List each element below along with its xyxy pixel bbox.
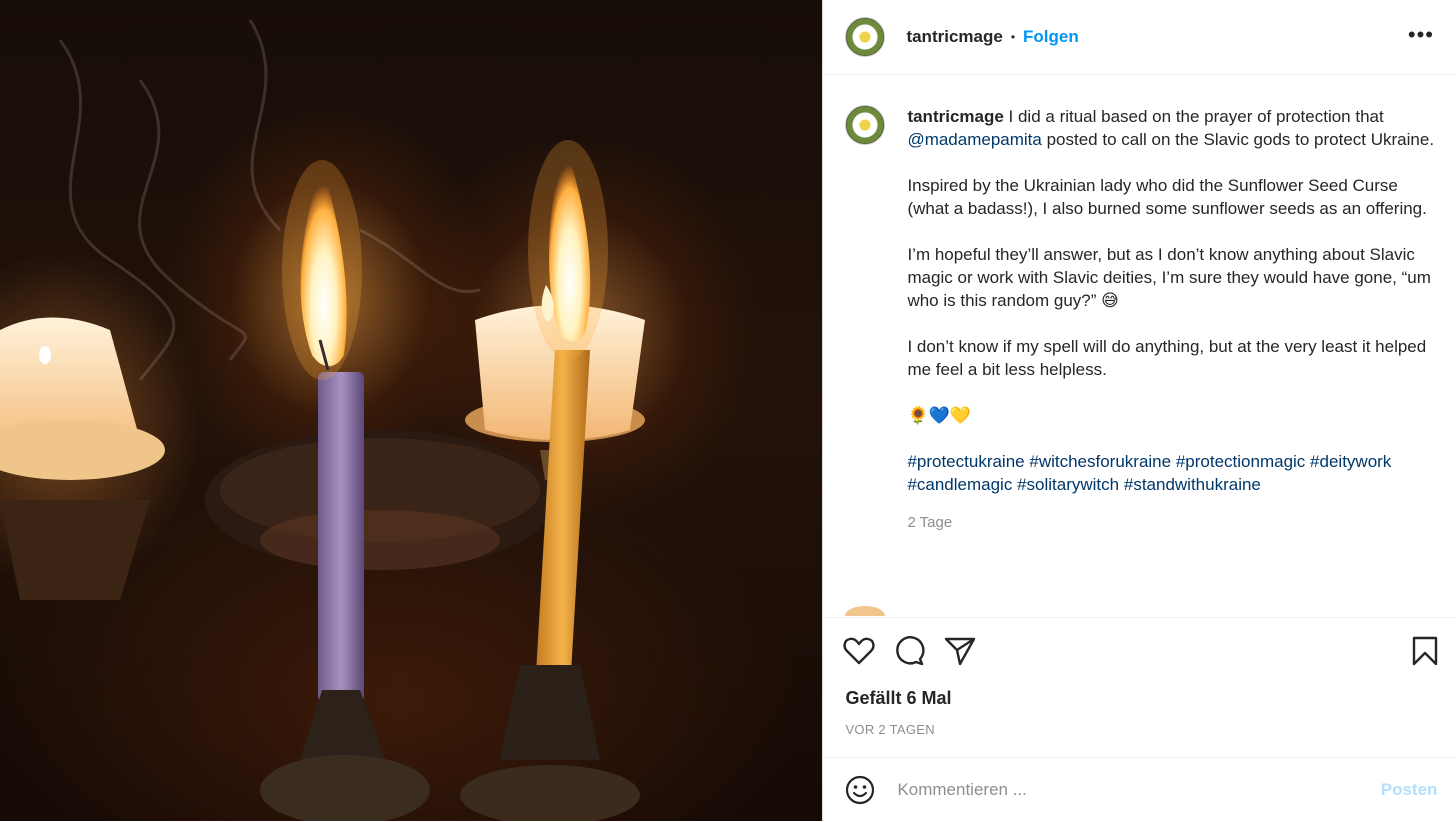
follow-button[interactable]: Folgen xyxy=(1023,27,1079,47)
caption-paragraph-3: I’m hopeful they’ll answer, but as I don… xyxy=(907,245,1431,310)
candles-illustration xyxy=(0,19,645,821)
hashtag-link[interactable]: #deitywork xyxy=(1310,452,1391,471)
action-bar: Gefällt 6 Mal VOR 2 TAGEN xyxy=(823,617,1456,758)
comment-input[interactable] xyxy=(895,779,1370,801)
more-dots-icon[interactable]: ••• xyxy=(1408,24,1434,46)
caption-emojis: 🌻💙💛 xyxy=(907,406,971,425)
paper-plane-icon[interactable] xyxy=(944,635,976,667)
post-header: tantricmage • Folgen ••• xyxy=(823,0,1456,75)
comment-bar: Posten xyxy=(823,757,1456,822)
post-photo[interactable] xyxy=(0,0,823,821)
post-panel: tantricmage • Folgen ••• tantricmage I d… xyxy=(822,0,1456,821)
caption-avatar[interactable] xyxy=(845,105,886,145)
heart-icon[interactable] xyxy=(843,635,876,667)
caption-text: tantricmage I did a ritual based on the … xyxy=(907,105,1442,534)
caption-area: tantricmage I did a ritual based on the … xyxy=(823,76,1455,616)
hashtag-link[interactable]: #standwithukraine xyxy=(1124,475,1261,494)
avatar[interactable] xyxy=(845,17,886,57)
caption-text-1a: I did a ritual based on the prayer of pr… xyxy=(1003,107,1384,126)
hashtag-link[interactable]: #protectukraine xyxy=(907,452,1024,471)
mention-link[interactable]: @madamepamita xyxy=(907,130,1041,149)
caption-paragraph-2: Inspired by the Ukrainian lady who did t… xyxy=(907,176,1427,218)
comment-avatar-peek xyxy=(845,606,886,616)
caption-text-1b: posted to call on the Slavic gods to pro… xyxy=(1041,130,1435,149)
header-username[interactable]: tantricmage xyxy=(906,27,1002,47)
hashtag-link[interactable]: #witchesforukraine xyxy=(1029,452,1171,471)
hashtag-list: #protectukraine #witchesforukraine #prot… xyxy=(907,450,1442,496)
caption-paragraph-4: I don’t know if my spell will do anythin… xyxy=(907,337,1427,379)
hashtag-link[interactable]: #candlemagic xyxy=(907,475,1012,494)
smiley-icon[interactable] xyxy=(845,775,875,805)
post-age: VOR 2 TAGEN xyxy=(845,722,935,737)
caption-timestamp[interactable]: 2 Tage xyxy=(907,511,1442,534)
caption-paragraph-1: tantricmage I did a ritual based on the … xyxy=(907,105,1442,151)
bookmark-icon[interactable] xyxy=(1409,635,1441,667)
separator-dot: • xyxy=(1010,30,1016,44)
hashtag-link[interactable]: #protectionmagic xyxy=(1176,452,1305,471)
likes-count[interactable]: Gefällt 6 Mal xyxy=(845,688,951,709)
hashtag-link[interactable]: #solitarywitch xyxy=(1017,475,1119,494)
post-comment-button[interactable]: Posten xyxy=(1381,780,1438,800)
comment-bubble-icon[interactable] xyxy=(893,635,925,667)
caption-username[interactable]: tantricmage xyxy=(907,107,1003,126)
